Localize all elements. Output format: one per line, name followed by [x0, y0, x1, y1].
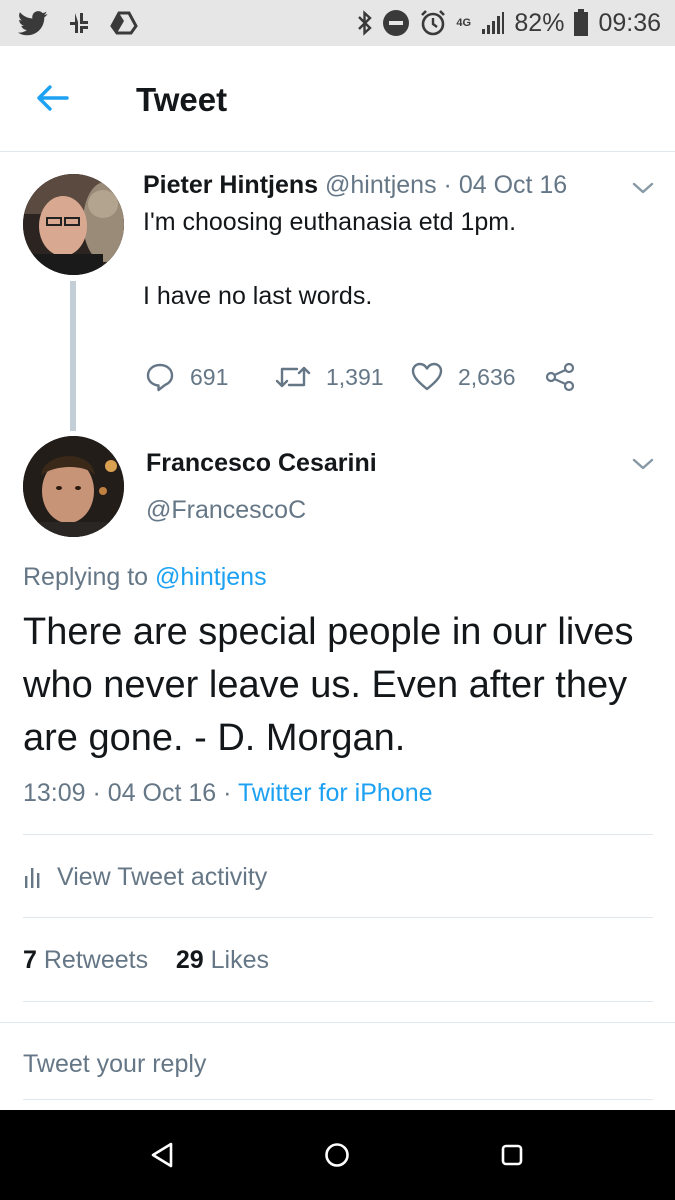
- tweet-stats: 7 Retweets 29 Likes: [23, 946, 269, 975]
- share-button[interactable]: [544, 360, 576, 394]
- reply-input[interactable]: Tweet your reply: [23, 1050, 653, 1090]
- like-button[interactable]: 2,636: [411, 360, 516, 394]
- triangle-back-icon: [151, 1142, 173, 1168]
- likes-stat[interactable]: 29 Likes: [176, 946, 269, 974]
- chevron-down-icon: [632, 182, 654, 194]
- retweet-icon: [275, 366, 311, 388]
- reply-icon: [146, 363, 174, 392]
- twitter-icon: [18, 10, 48, 36]
- parent-tweet-text-line-1: I'm choosing euthanasia etd 1pm.: [143, 208, 517, 236]
- parent-author-handle[interactable]: @hintjens: [325, 171, 437, 199]
- alarm-icon: [419, 9, 447, 37]
- divider: [23, 917, 653, 918]
- replying-to-prefix: Replying to: [23, 563, 156, 591]
- back-button[interactable]: [30, 80, 74, 116]
- battery-icon: [573, 9, 589, 37]
- likes-label: Likes: [210, 946, 270, 974]
- parent-tweet-date[interactable]: 04 Oct 16: [459, 171, 567, 199]
- bluetooth-icon: [357, 10, 373, 36]
- bar-chart-icon: [25, 868, 40, 888]
- replying-to: Replying to @hintjens: [23, 563, 267, 592]
- nav-home-button[interactable]: [317, 1137, 357, 1173]
- nav-recents-button[interactable]: [492, 1137, 532, 1173]
- thread-connector: [70, 281, 76, 431]
- tweet-date: 04 Oct 16: [107, 779, 217, 807]
- retweets-count: 7: [23, 946, 37, 974]
- status-time: 09:36: [598, 8, 661, 37]
- app-header: Tweet: [0, 46, 675, 152]
- google-drive-icon: [110, 11, 138, 35]
- avatar-pieter-hintjens[interactable]: [23, 174, 124, 275]
- likes-count: 29: [175, 946, 204, 974]
- author-name[interactable]: Francesco Cesarini: [146, 449, 377, 478]
- retweet-count: 1,391: [326, 363, 384, 390]
- parent-tweet-menu-button[interactable]: [630, 179, 656, 197]
- view-tweet-activity-label: View Tweet activity: [57, 862, 268, 891]
- meta-separator-2: ·: [223, 779, 232, 807]
- avatar-francesco-cesarini[interactable]: [23, 436, 124, 537]
- tweet-menu-button[interactable]: [630, 455, 656, 473]
- circle-home-icon: [325, 1143, 349, 1167]
- reply-input-underline: [23, 1099, 653, 1100]
- view-tweet-activity-button[interactable]: View Tweet activity: [23, 862, 267, 892]
- retweets-label: Retweets: [43, 946, 149, 974]
- do-not-disturb-icon: [382, 9, 410, 37]
- arrow-left-icon: [37, 85, 69, 111]
- reply-count: 691: [190, 363, 229, 390]
- parent-separator: ·: [443, 171, 452, 199]
- parent-tweet-actions: 691 1,391 2,636: [145, 360, 585, 394]
- nav-back-button[interactable]: [142, 1137, 182, 1173]
- page-title: Tweet: [136, 81, 228, 118]
- like-count: 2,636: [458, 363, 516, 390]
- divider: [0, 1022, 675, 1023]
- square-recents-icon: [501, 1144, 523, 1166]
- meta-separator-1: ·: [92, 779, 101, 807]
- system-nav-bar: [0, 1110, 675, 1200]
- network-transfer-icon: [66, 11, 92, 35]
- retweets-stat[interactable]: 7 Retweets: [23, 946, 148, 974]
- share-icon: [545, 362, 575, 392]
- tweet-text: There are special people in our lives wh…: [23, 611, 634, 759]
- parent-tweet-text-line-2: I have no last words.: [143, 282, 373, 310]
- retweet-button[interactable]: 1,391: [275, 360, 384, 394]
- author-handle[interactable]: @FrancescoC: [146, 496, 306, 525]
- divider: [23, 1001, 653, 1002]
- parent-tweet-header: Pieter Hintjens @hintjens · 04 Oct 16: [143, 171, 567, 200]
- signal-icon: [481, 11, 505, 35]
- replying-to-mention[interactable]: @hintjens: [155, 563, 267, 591]
- reply-button[interactable]: 691: [145, 360, 228, 394]
- divider: [23, 834, 653, 835]
- status-bar-left: [18, 10, 156, 36]
- parent-author-name[interactable]: Pieter Hintjens: [143, 171, 318, 199]
- chevron-down-icon: [632, 458, 654, 470]
- status-bar: 4G 82% 09:36: [0, 0, 675, 46]
- tweet-time: 13:09: [23, 779, 86, 807]
- network-type: 4G: [456, 17, 472, 29]
- status-bar-right: 4G 82% 09:36: [348, 9, 661, 38]
- tweet-meta: 13:09 · 04 Oct 16 · Twitter for iPhone: [23, 779, 433, 808]
- battery-percent: 82%: [514, 8, 565, 37]
- heart-icon: [411, 362, 443, 391]
- tweet-source-link[interactable]: Twitter for iPhone: [238, 779, 433, 807]
